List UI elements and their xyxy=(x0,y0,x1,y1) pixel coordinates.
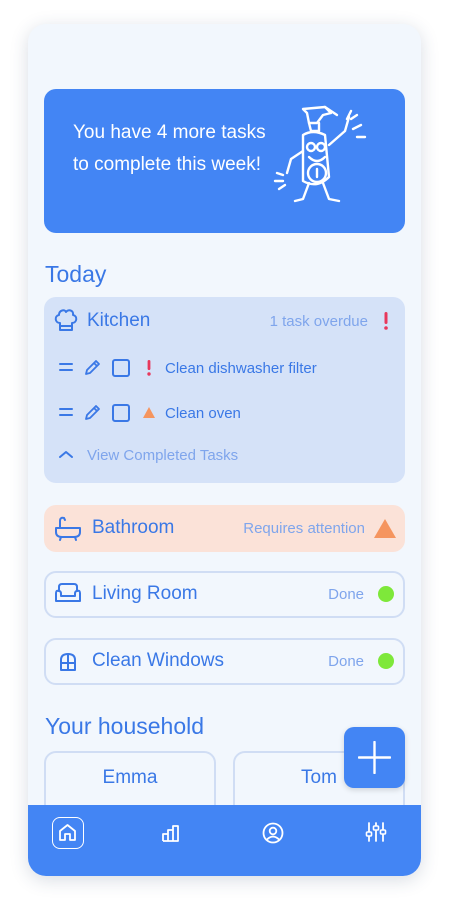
warning-triangle-icon xyxy=(143,407,155,418)
room-card-living-room[interactable]: Living Room Done xyxy=(44,571,405,618)
task-label[interactable]: Clean oven xyxy=(165,405,241,422)
mascot-illustration xyxy=(273,105,367,203)
tab-settings[interactable] xyxy=(360,817,392,849)
bathroom-status: Requires attention xyxy=(243,520,365,537)
room-name-living-room: Living Room xyxy=(92,583,198,604)
room-name-kitchen: Kitchen xyxy=(87,310,151,331)
room-name-bathroom: Bathroom xyxy=(92,517,175,538)
home-icon xyxy=(59,824,76,841)
profile-icon xyxy=(262,822,284,844)
chevron-up-icon[interactable] xyxy=(58,449,74,459)
room-name-clean-windows: Clean Windows xyxy=(92,650,224,671)
task-label[interactable]: Clean dishwasher filter xyxy=(165,360,317,377)
today-heading: Today xyxy=(45,261,107,287)
edit-pencil-icon[interactable] xyxy=(83,403,102,422)
drag-handle-icon[interactable] xyxy=(59,407,73,417)
overdue-icon xyxy=(147,360,151,376)
edit-pencil-icon[interactable] xyxy=(83,358,102,377)
bathtub-icon xyxy=(55,516,81,541)
warning-triangle-icon xyxy=(374,519,396,538)
drag-handle-icon[interactable] xyxy=(59,362,73,372)
weekly-summary-banner: You have 4 more tasks to complete this w… xyxy=(44,89,405,233)
household-heading: Your household xyxy=(45,713,205,739)
room-card-clean-windows[interactable]: Clean Windows Done xyxy=(44,638,405,685)
kitchen-header[interactable]: Kitchen 1 task overdue xyxy=(44,297,405,343)
chef-hat-icon xyxy=(54,309,78,331)
window-icon xyxy=(60,653,76,671)
plus-icon xyxy=(358,741,391,774)
task-row: Clean dishwasher filter xyxy=(44,355,405,381)
kitchen-status: 1 task overdue xyxy=(269,313,368,330)
clean-windows-status: Done xyxy=(328,653,364,670)
tab-stats[interactable] xyxy=(155,817,187,849)
living-room-status: Done xyxy=(328,586,364,603)
done-indicator xyxy=(378,586,394,602)
tab-profile[interactable] xyxy=(257,817,289,849)
banner-message: You have 4 more tasks to complete this w… xyxy=(73,122,266,175)
view-completed-tasks-link[interactable]: View Completed Tasks xyxy=(87,447,238,464)
exclamation-icon xyxy=(384,312,388,330)
add-button[interactable] xyxy=(344,727,405,788)
done-indicator xyxy=(378,653,394,669)
settings-sliders-icon xyxy=(365,822,387,842)
stats-icon xyxy=(162,825,179,842)
room-card-bathroom[interactable]: Bathroom Requires attention xyxy=(44,505,405,552)
sofa-icon xyxy=(55,583,81,602)
room-card-kitchen[interactable]: Kitchen 1 task overdue Clean dishwasher … xyxy=(44,297,405,483)
task-checkbox[interactable] xyxy=(112,359,130,377)
bottom-navigation xyxy=(28,805,421,876)
task-row: Clean oven xyxy=(44,400,405,426)
task-checkbox[interactable] xyxy=(112,404,130,422)
app-screen: You have 4 more tasks to complete this w… xyxy=(28,24,421,876)
tab-home[interactable] xyxy=(52,817,84,849)
